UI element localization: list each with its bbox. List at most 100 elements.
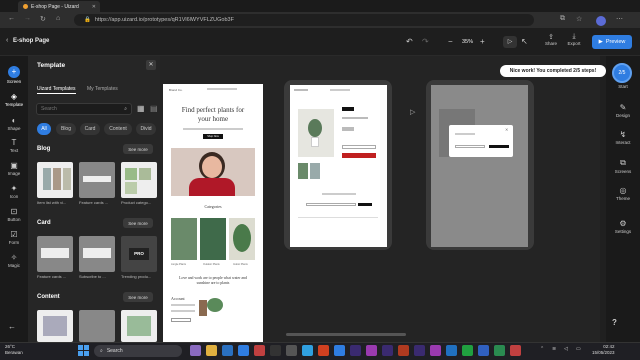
template-thumb-blog-3[interactable] xyxy=(121,162,157,198)
template-thumb-content-1[interactable] xyxy=(37,310,73,342)
rail-design[interactable]: ✎ Design xyxy=(606,103,640,118)
system-clock[interactable]: 02:42 15/05/2023 xyxy=(592,344,615,356)
template-thumb-content-3[interactable] xyxy=(121,310,157,342)
profile-avatar[interactable] xyxy=(596,16,606,26)
home-icon[interactable]: ⌂ xyxy=(56,15,60,22)
tab-my-templates[interactable]: My Templates xyxy=(87,86,118,92)
undo-icon[interactable]: ↶ xyxy=(406,37,413,46)
weather-widget[interactable]: 26°C Berawan xyxy=(5,344,23,356)
taskbar-app-icon[interactable] xyxy=(414,345,425,356)
see-more-blog-button[interactable]: See more xyxy=(123,144,153,154)
favorites-icon[interactable]: ☆ xyxy=(576,15,582,23)
progress-indicator[interactable]: 2/5 xyxy=(612,63,632,83)
taskbar-app-icon[interactable] xyxy=(494,345,505,356)
taskbar-app-icon[interactable] xyxy=(398,345,409,356)
share-button[interactable]: ⇪ Share xyxy=(541,33,561,46)
chip-blog[interactable]: Blog xyxy=(56,123,76,135)
tool-magic[interactable]: ✧ Magic xyxy=(0,253,28,268)
rail-interact[interactable]: ↯ Interact xyxy=(606,130,640,145)
extensions-icon[interactable]: ⧉ xyxy=(560,15,565,23)
start-menu-icon[interactable] xyxy=(78,345,89,356)
see-more-content-button[interactable]: See more xyxy=(123,292,153,302)
chip-divider[interactable]: Divid xyxy=(136,123,156,135)
template-thumb-content-2[interactable] xyxy=(79,310,115,342)
close-panel-icon[interactable]: ✕ xyxy=(146,60,156,70)
tool-icon[interactable]: ✦ Icon xyxy=(0,184,28,199)
taskbar-app-icon[interactable] xyxy=(206,345,217,356)
chip-card[interactable]: Card xyxy=(80,123,100,135)
template-thumb-card-2[interactable] xyxy=(79,236,115,272)
taskbar-app-icon[interactable] xyxy=(350,345,361,356)
chip-content[interactable]: Content xyxy=(104,123,132,135)
taskbar-app-icon[interactable] xyxy=(318,345,329,356)
plus-icon: + xyxy=(8,66,20,78)
url-field[interactable]: 🔒 https://app.uizard.io/prototypes/qR1Vl… xyxy=(74,14,534,26)
rail-screens[interactable]: ⧉ Screens xyxy=(606,158,640,174)
reload-icon[interactable]: ↻ xyxy=(40,15,46,23)
taskbar-app-icon[interactable] xyxy=(222,345,233,356)
tool-text[interactable]: T Text xyxy=(0,138,28,153)
volume-icon[interactable]: ◁ xyxy=(564,346,568,352)
pointer-icon[interactable]: ↖ xyxy=(521,37,528,46)
taskbar-app-icon[interactable] xyxy=(446,345,457,356)
see-more-card-button[interactable]: See more xyxy=(123,218,153,228)
project-name[interactable]: E-shop Page xyxy=(13,38,49,44)
rail-settings[interactable]: ⚙ Settings xyxy=(606,219,640,234)
screen-product[interactable] xyxy=(290,85,387,247)
taskbar-app-icon[interactable] xyxy=(510,345,521,356)
plant-leaves xyxy=(207,298,223,312)
tool-screen[interactable]: + Screen xyxy=(0,66,28,84)
battery-icon[interactable]: ▭ xyxy=(576,346,581,352)
help-icon[interactable]: ? xyxy=(612,318,617,327)
taskbar-app-icon[interactable] xyxy=(366,345,377,356)
template-thumb-card-3[interactable]: PRO xyxy=(121,236,157,272)
taskbar-app-icon[interactable] xyxy=(462,345,473,356)
forward-icon[interactable]: → xyxy=(24,15,31,22)
tool-form[interactable]: ☑ Form xyxy=(0,230,28,245)
tool-shape[interactable]: ◐ Shape xyxy=(0,116,28,131)
taskbar-app-icon[interactable] xyxy=(430,345,441,356)
template-thumb-blog-1[interactable] xyxy=(37,162,73,198)
template-thumb-card-1[interactable] xyxy=(37,236,73,272)
taskbar-app-icon[interactable] xyxy=(238,345,249,356)
template-thumb-blog-2[interactable] xyxy=(79,162,115,198)
taskbar-app-icon[interactable] xyxy=(478,345,489,356)
taskbar-search[interactable]: ⌕ Search xyxy=(94,345,182,357)
rail-theme[interactable]: ◎ Theme xyxy=(606,186,640,201)
tray-chevron-icon[interactable]: ⌃ xyxy=(540,346,544,352)
back-chevron-icon[interactable]: ‹ xyxy=(6,37,8,44)
close-tab-icon[interactable]: ✕ xyxy=(92,4,96,10)
template-search-input[interactable]: Search ⌕ xyxy=(36,103,132,115)
menu-icon[interactable]: ⋯ xyxy=(616,15,623,23)
list-view-icon[interactable]: ▤ xyxy=(150,104,158,113)
shop-now-button[interactable]: Shop Now xyxy=(203,134,223,139)
screen-home[interactable]: Brand Co. Find perfect plants for your h… xyxy=(163,84,263,342)
wifi-icon[interactable]: ≋ xyxy=(552,346,556,352)
rail-start[interactable]: Start xyxy=(606,84,640,89)
collapse-arrow-icon[interactable]: ← xyxy=(8,322,16,331)
zoom-out-icon[interactable]: − xyxy=(448,37,453,46)
play-icon[interactable]: ▷ xyxy=(503,36,517,48)
redo-icon[interactable]: ↷ xyxy=(422,37,429,46)
preview-button[interactable]: ▶ Preview xyxy=(592,35,632,49)
tool-image[interactable]: ▣ Image xyxy=(0,161,28,176)
grid-view-icon[interactable]: ▦ xyxy=(137,104,145,113)
zoom-in-icon[interactable]: + xyxy=(480,37,485,46)
taskbar-app-icon[interactable] xyxy=(334,345,345,356)
back-icon[interactable]: ← xyxy=(8,15,15,22)
tab-uizard-templates[interactable]: Uizard Templates xyxy=(37,86,76,94)
taskbar-app-icon[interactable] xyxy=(286,345,297,356)
taskbar-app-icon[interactable] xyxy=(382,345,393,356)
taskbar-app-icon[interactable] xyxy=(190,345,201,356)
taskbar-app-icon[interactable] xyxy=(302,345,313,356)
tool-template[interactable]: ◈ Template xyxy=(0,92,28,107)
canvas-scrollbar[interactable] xyxy=(286,333,406,336)
zoom-level[interactable]: 35% xyxy=(462,39,473,45)
taskbar-app-icon[interactable] xyxy=(270,345,281,356)
screen-modal[interactable]: ✕ xyxy=(431,85,528,247)
taskbar-app-icon[interactable] xyxy=(254,345,265,356)
chip-all[interactable]: All xyxy=(37,123,51,135)
browser-tab[interactable]: E-shop Page - Uizard ✕ xyxy=(18,1,100,12)
tool-button[interactable]: ⊡ Button xyxy=(0,207,28,222)
export-button[interactable]: ⤓ Export xyxy=(564,33,584,46)
